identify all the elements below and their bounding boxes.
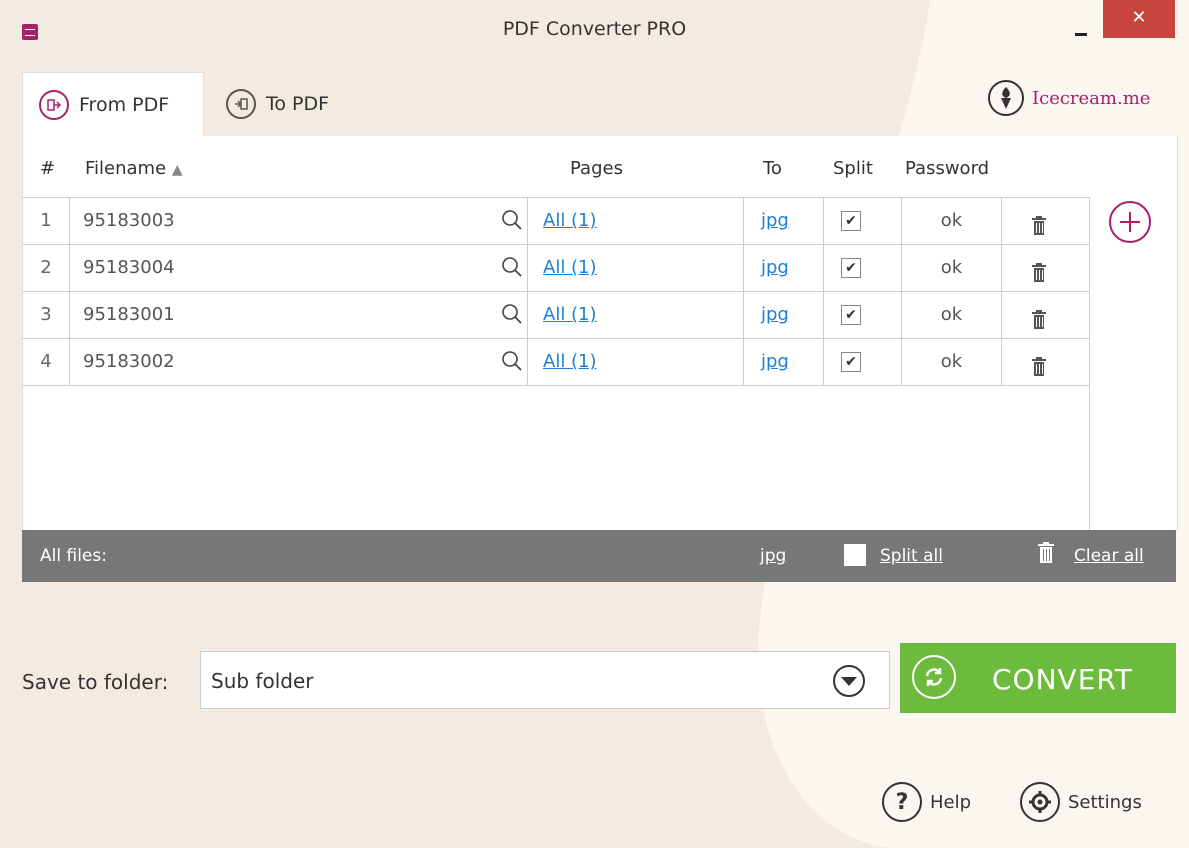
search-icon[interactable] (501, 303, 523, 325)
row-format-link[interactable]: jpg (743, 198, 823, 244)
tab-from-pdf-label: From PDF (79, 94, 170, 116)
trash-icon[interactable] (1032, 302, 1046, 329)
save-to-folder-label: Save to folder: (22, 670, 169, 694)
clear-all-trash-icon[interactable] (1038, 542, 1054, 569)
table-header: # Filename ▲ Pages To Split Password (23, 136, 1089, 196)
trash-icon[interactable] (1032, 255, 1046, 282)
search-icon[interactable] (501, 209, 523, 231)
split-checkbox[interactable]: ✔ (841, 305, 861, 325)
table-row: 3 95183001 All (1) jpg ✔ ok (23, 292, 1089, 339)
split-checkbox[interactable]: ✔ (841, 211, 861, 231)
header-filename-label: Filename (85, 158, 167, 179)
table-row: 1 95183003 All (1) jpg ✔ ok (23, 198, 1089, 245)
row-split-cell: ✔ (823, 198, 901, 244)
header-to: To (763, 158, 782, 179)
save-folder-select[interactable]: Sub folder (200, 651, 890, 709)
icecream-icon (988, 80, 1024, 116)
row-pages-link[interactable]: All (1) (527, 245, 743, 291)
chevron-down-icon (833, 665, 865, 697)
header-filename[interactable]: Filename ▲ (85, 158, 183, 179)
trash-icon[interactable] (1032, 208, 1046, 235)
header-num: # (40, 158, 56, 179)
tab-from-pdf[interactable]: From PDF (22, 72, 204, 137)
tab-to-pdf[interactable]: To PDF (226, 72, 386, 136)
split-checkbox[interactable]: ✔ (841, 258, 861, 278)
row-pages-link[interactable]: All (1) (527, 198, 743, 244)
row-format-link[interactable]: jpg (743, 245, 823, 291)
row-delete-cell (1001, 245, 1087, 291)
from-pdf-icon (39, 90, 69, 120)
row-number: 1 (40, 210, 52, 231)
search-icon[interactable] (501, 350, 523, 372)
row-pages-link[interactable]: All (1) (527, 339, 743, 385)
row-password-status: ok (901, 339, 1001, 385)
settings-link[interactable]: Settings (1020, 782, 1142, 822)
row-password-status: ok (901, 292, 1001, 338)
icecream-label: Icecream.me (1032, 87, 1151, 109)
help-label: Help (930, 791, 972, 813)
row-password-status: ok (901, 198, 1001, 244)
row-split-cell: ✔ (823, 339, 901, 385)
settings-label: Settings (1068, 791, 1142, 813)
close-button[interactable]: ✕ (1103, 0, 1175, 38)
split-all-checkbox[interactable] (844, 544, 866, 566)
sort-asc-icon: ▲ (171, 162, 183, 178)
clear-all-link[interactable]: Clear all (1074, 546, 1144, 566)
row-delete-cell (1001, 292, 1087, 338)
help-icon: ? (882, 782, 922, 822)
row-filename: 95183001 (69, 292, 524, 338)
file-table: 1 95183003 All (1) jpg ✔ ok 2 95183004 All (1) jp… (23, 197, 1090, 531)
header-split: Split (833, 158, 873, 179)
header-password: Password (905, 158, 990, 179)
title-bar: PDF Converter PRO ✕ (0, 0, 1189, 62)
row-format-link[interactable]: jpg (743, 292, 823, 338)
row-delete-cell (1001, 339, 1087, 385)
tab-to-pdf-label: To PDF (266, 93, 330, 115)
window-title: PDF Converter PRO (502, 18, 687, 40)
row-split-cell: ✔ (823, 245, 901, 291)
row-filename: 95183002 (69, 339, 524, 385)
table-row: 2 95183004 All (1) jpg ✔ ok (23, 245, 1089, 292)
all-files-bar: All files: jpg Split all Clear all (22, 530, 1176, 582)
split-checkbox[interactable]: ✔ (841, 352, 861, 372)
to-pdf-icon (226, 89, 256, 119)
add-file-button[interactable] (1109, 201, 1151, 243)
row-number: 2 (40, 257, 52, 278)
row-number: 3 (40, 304, 52, 325)
table-row: 4 95183002 All (1) jpg ✔ ok (23, 339, 1089, 386)
file-list-panel: # Filename ▲ Pages To Split Password 1 95… (22, 136, 1178, 531)
trash-icon[interactable] (1032, 349, 1046, 376)
all-files-label: All files: (40, 546, 107, 566)
split-all-link[interactable]: Split all (880, 546, 943, 566)
header-pages: Pages (570, 158, 623, 179)
row-password-status: ok (901, 245, 1001, 291)
row-format-link[interactable]: jpg (743, 339, 823, 385)
row-pages-link[interactable]: All (1) (527, 292, 743, 338)
search-icon[interactable] (501, 256, 523, 278)
save-folder-value: Sub folder (211, 669, 314, 693)
convert-button[interactable]: CONVERT (900, 643, 1176, 713)
gear-icon (1020, 782, 1060, 822)
row-delete-cell (1001, 198, 1087, 244)
row-filename: 95183003 (69, 198, 524, 244)
convert-refresh-icon (912, 655, 956, 699)
minimize-button[interactable] (1070, 15, 1096, 39)
row-number: 4 (40, 351, 52, 372)
all-files-format-link[interactable]: jpg (760, 546, 786, 566)
row-split-cell: ✔ (823, 292, 901, 338)
icecream-link[interactable]: Icecream.me (988, 80, 1150, 116)
row-filename: 95183004 (69, 245, 524, 291)
help-link[interactable]: ? Help (882, 782, 971, 822)
convert-label: CONVERT (992, 663, 1133, 696)
